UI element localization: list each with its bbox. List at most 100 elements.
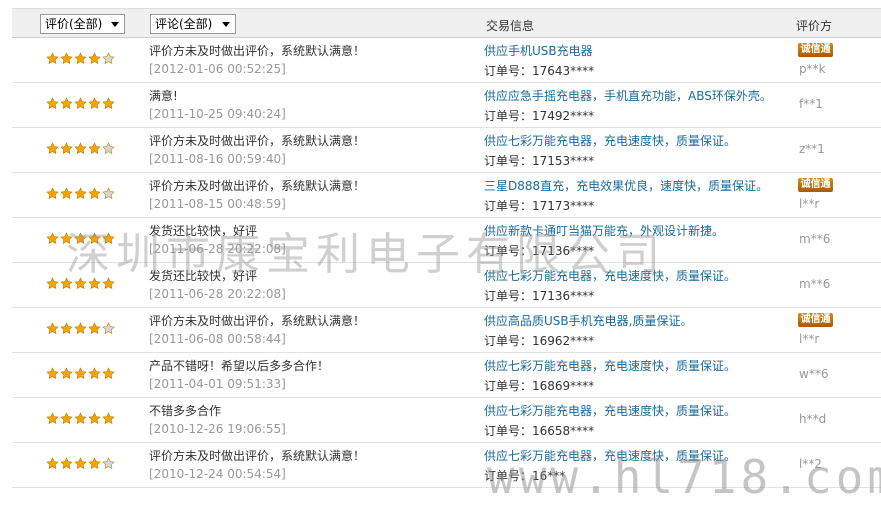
comment-text: 评价方未及时做出评价，系统默认满意！ xyxy=(149,134,366,148)
star-filled-icon xyxy=(46,457,59,470)
order-number: 订单号：17153**** xyxy=(484,154,595,168)
table-row: 评价方未及时做出评价，系统默认满意！ [2012-01-06 00:52:25] 供… xyxy=(12,38,881,83)
star-rating xyxy=(46,457,116,471)
chengxintong-badge-icon[interactable]: 诚信通 xyxy=(798,178,833,192)
comment-date: [2011-06-08 00:58:44] xyxy=(149,332,286,346)
order-number: 订单号：17136**** xyxy=(484,289,595,303)
star-rating xyxy=(46,322,116,336)
star-filled-icon xyxy=(46,52,59,65)
order-number: 订单号：16869**** xyxy=(484,379,595,393)
star-filled-icon xyxy=(60,142,73,155)
star-rating xyxy=(46,97,116,111)
comment-text: 不错多多合作 xyxy=(149,404,222,418)
product-link[interactable]: 供应七彩万能充电器，充电速度快，质量保证。 xyxy=(484,132,736,149)
rater-name: l**r xyxy=(799,332,820,346)
comment-text: 评价方未及时做出评价，系统默认满意！ xyxy=(149,44,366,58)
table-header: 评价(全部) 评论(全部) 交易信息 评价方 xyxy=(12,8,881,38)
rater-name: w**6 xyxy=(799,367,829,381)
star-filled-icon xyxy=(74,52,87,65)
rater-name: p**k xyxy=(799,62,826,76)
star-filled-icon xyxy=(46,232,59,245)
table-row: 评价方未及时做出评价，系统默认满意！ [2011-08-15 00:48:59] 三… xyxy=(12,173,881,218)
star-filled-icon xyxy=(60,367,73,380)
star-empty-icon xyxy=(102,322,115,335)
table-row: 发货还比较快，好评 [2011-06-28 20:22:08] 供应新款卡通叮当猫万… xyxy=(12,218,881,263)
product-link[interactable]: 三星D888直充，充电效果优良，速度快，质量保证。 xyxy=(484,177,768,194)
star-filled-icon xyxy=(88,322,101,335)
order-number: 订单号：17136**** xyxy=(484,244,595,258)
star-filled-icon xyxy=(88,277,101,290)
product-link[interactable]: 供应七彩万能充电器，充电速度快，质量保证。 xyxy=(484,357,736,374)
product-link[interactable]: 供应高品质USB手机充电器,质量保证。 xyxy=(484,312,692,329)
star-filled-icon xyxy=(46,412,59,425)
star-rating xyxy=(46,52,116,66)
star-filled-icon xyxy=(88,187,101,200)
rater-name: m**6 xyxy=(799,277,831,291)
table-row: 评价方未及时做出评价，系统默认满意！ [2010-12-24 00:54:54] 供… xyxy=(12,443,881,488)
chengxintong-badge-icon[interactable]: 诚信通 xyxy=(798,313,833,327)
star-filled-icon xyxy=(46,367,59,380)
order-number: 订单号：16*** xyxy=(484,469,566,483)
comment-date: [2011-08-16 00:59:40] xyxy=(149,152,286,166)
star-filled-icon xyxy=(60,52,73,65)
rating-filter-dropdown[interactable]: 评价(全部) xyxy=(40,14,125,34)
comment-date: [2011-06-28 20:22:08] xyxy=(149,242,286,256)
star-empty-icon xyxy=(102,52,115,65)
star-filled-icon xyxy=(60,322,73,335)
comment-text: 产品不错呀！希望以后多多合作！ xyxy=(149,359,330,373)
product-link[interactable]: 供应新款卡通叮当猫万能充，外观设计新捷。 xyxy=(484,222,724,239)
star-filled-icon xyxy=(60,457,73,470)
trade-info-header: 交易信息 xyxy=(486,19,535,33)
star-filled-icon xyxy=(74,367,87,380)
star-filled-icon xyxy=(46,277,59,290)
product-link[interactable]: 供应七彩万能充电器，充电速度快，质量保证。 xyxy=(484,267,736,284)
comment-filter-dropdown[interactable]: 评论(全部) xyxy=(150,14,236,34)
star-filled-icon xyxy=(74,142,87,155)
comment-date: [2012-01-06 00:52:25] xyxy=(149,62,286,76)
star-filled-icon xyxy=(74,97,87,110)
star-filled-icon xyxy=(88,97,101,110)
comment-text: 满意! xyxy=(149,89,178,103)
star-filled-icon xyxy=(74,232,87,245)
comment-date: [2011-06-28 20:22:08] xyxy=(149,287,286,301)
rater-name: f**1 xyxy=(799,97,823,111)
star-rating xyxy=(46,232,116,246)
order-number: 订单号：16962**** xyxy=(484,334,595,348)
star-filled-icon xyxy=(74,457,87,470)
table-row: 满意! [2011-10-25 09:40:24] 供应应急手摇充电器，手机直充功能… xyxy=(12,83,881,128)
star-filled-icon xyxy=(102,412,115,425)
order-number: 订单号：17492**** xyxy=(484,109,595,123)
feedback-list: 评价方未及时做出评价，系统默认满意！ [2012-01-06 00:52:25] 供… xyxy=(12,38,881,488)
product-link[interactable]: 供应七彩万能充电器，充电速度快，质量保证。 xyxy=(484,447,736,464)
comment-date: [2011-08-15 00:48:59] xyxy=(149,197,286,211)
chengxintong-badge-icon[interactable]: 诚信通 xyxy=(798,43,833,57)
comment-date: [2010-12-24 00:54:54] xyxy=(149,467,286,481)
product-link[interactable]: 供应七彩万能充电器，充电速度快，质量保证。 xyxy=(484,402,736,419)
product-link[interactable]: 供应手机USB充电器 xyxy=(484,42,593,59)
star-filled-icon xyxy=(60,232,73,245)
order-number: 订单号：16658**** xyxy=(484,424,595,438)
star-filled-icon xyxy=(102,277,115,290)
star-filled-icon xyxy=(102,97,115,110)
comment-text: 评价方未及时做出评价，系统默认满意！ xyxy=(149,179,366,193)
star-empty-icon xyxy=(102,187,115,200)
star-rating xyxy=(46,277,116,291)
star-filled-icon xyxy=(88,52,101,65)
comment-text: 发货还比较快，好评 xyxy=(149,269,258,283)
star-filled-icon xyxy=(102,232,115,245)
rater-name: z**1 xyxy=(799,142,825,156)
star-rating xyxy=(46,367,116,381)
star-filled-icon xyxy=(74,277,87,290)
star-filled-icon xyxy=(88,142,101,155)
chevron-down-icon xyxy=(222,22,230,27)
star-filled-icon xyxy=(102,367,115,380)
star-rating xyxy=(46,142,116,156)
rater-header: 评价方 xyxy=(796,19,833,33)
rater-name: h**d xyxy=(799,412,827,426)
comment-date: [2011-04-01 09:51:33] xyxy=(149,377,286,391)
star-filled-icon xyxy=(74,322,87,335)
star-filled-icon xyxy=(88,457,101,470)
product-link[interactable]: 供应应急手摇充电器，手机直充功能，ABS环保外壳。 xyxy=(484,87,772,104)
table-row: 产品不错呀！希望以后多多合作！ [2011-04-01 09:51:33] 供应七彩… xyxy=(12,353,881,398)
star-filled-icon xyxy=(88,412,101,425)
